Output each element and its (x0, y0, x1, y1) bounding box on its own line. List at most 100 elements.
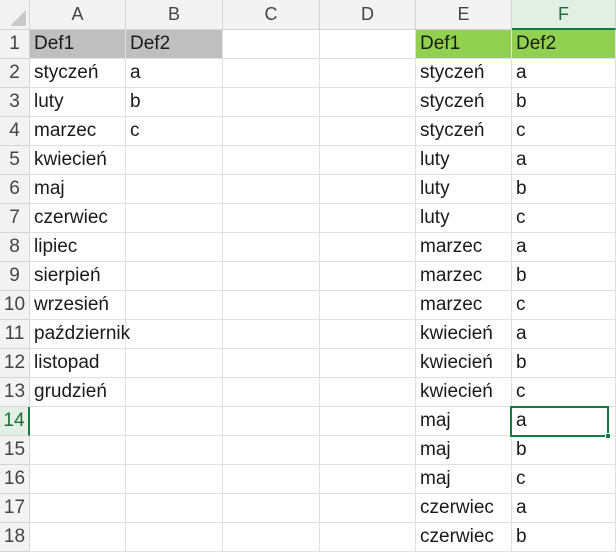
cell-f8[interactable]: a (512, 233, 616, 262)
cell-f11[interactable]: a (512, 320, 616, 349)
row-header-12[interactable]: 12 (0, 349, 30, 378)
cell-f4[interactable]: c (512, 117, 616, 146)
column-header-c[interactable]: C (223, 0, 320, 30)
cell-d16[interactable] (320, 465, 416, 494)
row-header-5[interactable]: 5 (0, 146, 30, 175)
cell-d6[interactable] (320, 175, 416, 204)
column-header-f[interactable]: F (512, 0, 616, 30)
row-header-1[interactable]: 1 (0, 30, 30, 59)
cell-f10[interactable]: c (512, 291, 616, 320)
cell-a6[interactable]: maj (30, 175, 126, 204)
cell-a1[interactable]: Def1 (30, 30, 126, 59)
row-header-14[interactable]: 14 (0, 407, 30, 436)
cell-c10[interactable] (223, 291, 320, 320)
cell-d7[interactable] (320, 204, 416, 233)
row-header-10[interactable]: 10 (0, 291, 30, 320)
cell-d12[interactable] (320, 349, 416, 378)
cell-d11[interactable] (320, 320, 416, 349)
cell-e2[interactable]: styczeń (416, 59, 512, 88)
select-all-corner[interactable] (0, 0, 30, 30)
cell-e8[interactable]: marzec (416, 233, 512, 262)
cell-b16[interactable] (126, 465, 223, 494)
row-header-4[interactable]: 4 (0, 117, 30, 146)
cell-e10[interactable]: marzec (416, 291, 512, 320)
cell-a12[interactable]: listopad (30, 349, 126, 378)
cell-d17[interactable] (320, 494, 416, 523)
cell-b8[interactable] (126, 233, 223, 262)
cell-d8[interactable] (320, 233, 416, 262)
cell-f7[interactable]: c (512, 204, 616, 233)
cell-b5[interactable] (126, 146, 223, 175)
row-header-15[interactable]: 15 (0, 436, 30, 465)
cell-a14[interactable] (30, 407, 126, 436)
cell-f1[interactable]: Def2 (512, 30, 616, 59)
cell-f12[interactable]: b (512, 349, 616, 378)
cell-c13[interactable] (223, 378, 320, 407)
cell-f15[interactable]: b (512, 436, 616, 465)
cell-e6[interactable]: luty (416, 175, 512, 204)
row-header-18[interactable]: 18 (0, 523, 30, 552)
cell-c4[interactable] (223, 117, 320, 146)
cell-b13[interactable] (126, 378, 223, 407)
cell-a18[interactable] (30, 523, 126, 552)
row-header-3[interactable]: 3 (0, 88, 30, 117)
column-header-b[interactable]: B (126, 0, 223, 30)
row-header-13[interactable]: 13 (0, 378, 30, 407)
cell-b11[interactable] (126, 320, 223, 349)
cell-c17[interactable] (223, 494, 320, 523)
cell-f2[interactable]: a (512, 59, 616, 88)
cell-f9[interactable]: b (512, 262, 616, 291)
cell-e15[interactable]: maj (416, 436, 512, 465)
cell-f3[interactable]: b (512, 88, 616, 117)
row-header-9[interactable]: 9 (0, 262, 30, 291)
cell-c6[interactable] (223, 175, 320, 204)
cell-e1[interactable]: Def1 (416, 30, 512, 59)
cell-b14[interactable] (126, 407, 223, 436)
cell-e3[interactable]: styczeń (416, 88, 512, 117)
cell-e9[interactable]: marzec (416, 262, 512, 291)
row-header-11[interactable]: 11 (0, 320, 30, 349)
cell-b3[interactable]: b (126, 88, 223, 117)
cell-b6[interactable] (126, 175, 223, 204)
cell-c8[interactable] (223, 233, 320, 262)
fill-handle[interactable] (605, 433, 611, 439)
cell-b18[interactable] (126, 523, 223, 552)
cell-e18[interactable]: czerwiec (416, 523, 512, 552)
cell-c3[interactable] (223, 88, 320, 117)
cell-e11[interactable]: kwiecień (416, 320, 512, 349)
cell-c16[interactable] (223, 465, 320, 494)
cell-c5[interactable] (223, 146, 320, 175)
row-header-7[interactable]: 7 (0, 204, 30, 233)
cell-d2[interactable] (320, 59, 416, 88)
cell-f16[interactable]: c (512, 465, 616, 494)
cell-d9[interactable] (320, 262, 416, 291)
cell-a4[interactable]: marzec (30, 117, 126, 146)
cell-a2[interactable]: styczeń (30, 59, 126, 88)
cell-a3[interactable]: luty (30, 88, 126, 117)
cell-f14[interactable]: a (512, 407, 616, 436)
cell-c2[interactable] (223, 59, 320, 88)
cell-e13[interactable]: kwiecień (416, 378, 512, 407)
cell-b1[interactable]: Def2 (126, 30, 223, 59)
cell-a13[interactable]: grudzień (30, 378, 126, 407)
cell-b2[interactable]: a (126, 59, 223, 88)
cell-a10[interactable]: wrzesień (30, 291, 126, 320)
cell-c18[interactable] (223, 523, 320, 552)
cell-f6[interactable]: b (512, 175, 616, 204)
cell-e4[interactable]: styczeń (416, 117, 512, 146)
cell-c11[interactable] (223, 320, 320, 349)
cell-d14[interactable] (320, 407, 416, 436)
column-header-a[interactable]: A (30, 0, 126, 30)
cell-f13[interactable]: c (512, 378, 616, 407)
cell-b15[interactable] (126, 436, 223, 465)
cell-e5[interactable]: luty (416, 146, 512, 175)
cell-d15[interactable] (320, 436, 416, 465)
cell-a5[interactable]: kwiecień (30, 146, 126, 175)
cell-b17[interactable] (126, 494, 223, 523)
cell-d3[interactable] (320, 88, 416, 117)
cell-c15[interactable] (223, 436, 320, 465)
row-header-2[interactable]: 2 (0, 59, 30, 88)
cell-a7[interactable]: czerwiec (30, 204, 126, 233)
cell-c1[interactable] (223, 30, 320, 59)
cell-f5[interactable]: a (512, 146, 616, 175)
